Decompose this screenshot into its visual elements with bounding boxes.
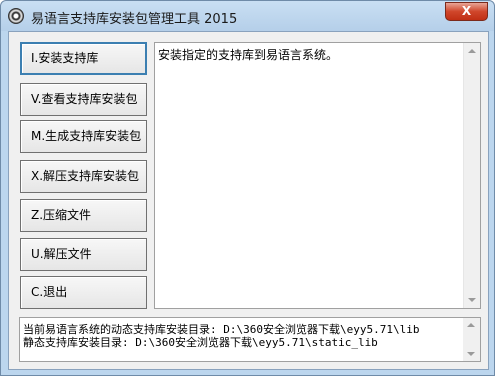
view-package-button[interactable]: V.查看支持库安装包 xyxy=(20,83,147,116)
compress-file-button[interactable]: Z.压缩文件 xyxy=(20,199,147,232)
extract-file-button[interactable]: U.解压文件 xyxy=(20,238,147,271)
scroll-up-arrow-icon[interactable] xyxy=(468,49,476,53)
extract-package-button[interactable]: X.解压支持库安装包 xyxy=(20,160,147,193)
client-area: I.安装支持库 V.查看支持库安装包 M.生成支持库安装包 X.解压支持库安装包… xyxy=(8,31,489,370)
title-bar[interactable]: 易语言支持库安装包管理工具 2015 X xyxy=(1,1,494,31)
install-path-box[interactable]: 当前易语言系统的动态支持库安装目录: D:\360安全浏览器下载\eyy5.71… xyxy=(19,317,481,362)
app-icon xyxy=(8,8,24,24)
main-window: 易语言支持库安装包管理工具 2015 X I.安装支持库 V.查看支持库安装包 … xyxy=(0,0,495,376)
path-scroll-up-arrow-icon[interactable] xyxy=(467,323,475,327)
window-title: 易语言支持库安装包管理工具 2015 xyxy=(31,12,238,27)
create-package-button[interactable]: M.生成支持库安装包 xyxy=(20,120,147,153)
path-scroll-down-arrow-icon[interactable] xyxy=(467,352,475,356)
static-lib-path: 静态支持库安装目录: D:\360安全浏览器下载\eyy5.71\static_… xyxy=(23,336,378,349)
exit-button[interactable]: C.退出 xyxy=(20,276,147,309)
install-library-button[interactable]: I.安装支持库 xyxy=(20,42,147,75)
path-scrollbar[interactable] xyxy=(463,318,480,361)
description-text: 安装指定的支持库到易语言系统。 xyxy=(158,48,339,62)
close-button[interactable]: X xyxy=(445,2,488,21)
description-box[interactable]: 安装指定的支持库到易语言系统。 xyxy=(154,42,481,309)
scroll-down-arrow-icon[interactable] xyxy=(468,298,476,302)
description-scrollbar[interactable] xyxy=(463,43,480,308)
